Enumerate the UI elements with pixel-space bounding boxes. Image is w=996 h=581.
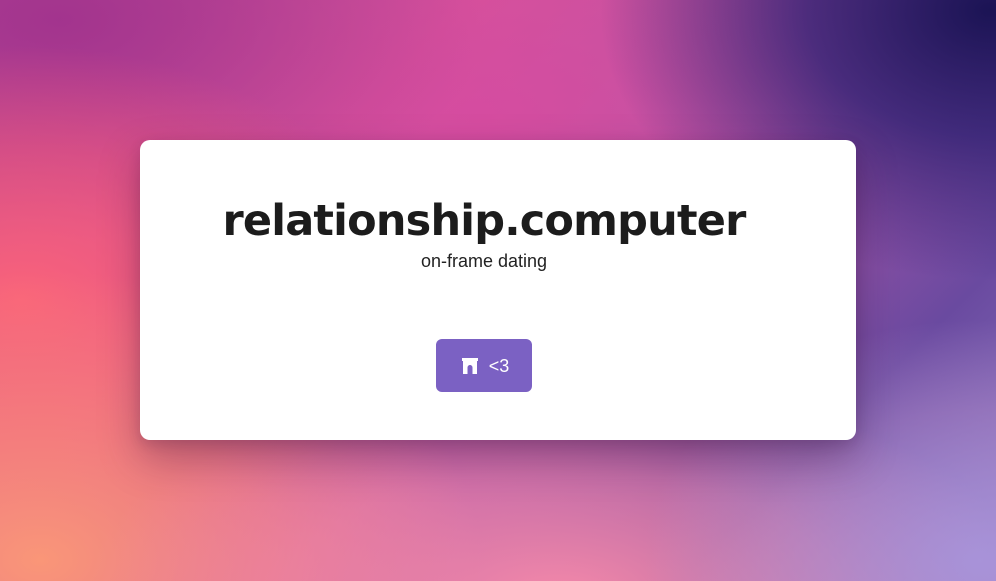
sign-in-button-label: <3 xyxy=(488,355,510,376)
app-title: relationship.computer xyxy=(222,196,747,246)
login-card: relationship.computer on-frame dating <3 xyxy=(140,140,856,440)
app-tagline: on-frame dating xyxy=(420,251,548,271)
farcaster-arch-icon xyxy=(459,355,481,377)
sign-in-button[interactable]: <3 xyxy=(436,339,532,392)
